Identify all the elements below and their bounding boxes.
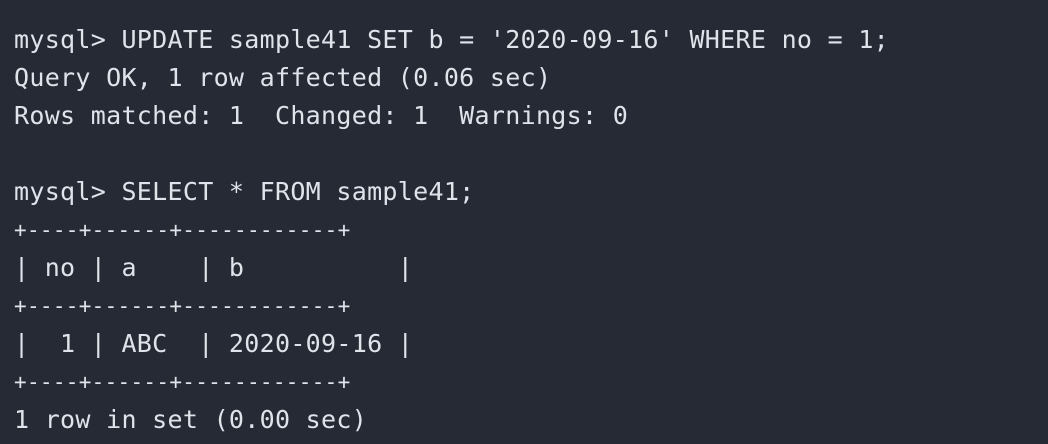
terminal-window[interactable]: mysql> UPDATE sample41 SET b = '2020-09-…: [0, 0, 1048, 444]
query-ok-output: Query OK, 1 row affected (0.06 sec): [14, 63, 552, 92]
select-command-line: mysql> SELECT * FROM sample41;: [14, 177, 475, 206]
table-border-top: +----+------+------------+: [14, 218, 351, 242]
table-header-row: | no | a | b |: [14, 253, 414, 282]
rows-matched-output: Rows matched: 1 Changed: 1 Warnings: 0: [14, 101, 629, 130]
row-count-output: 1 row in set (0.00 sec): [14, 405, 368, 434]
table-border-mid: +----+------+------------+: [14, 294, 351, 318]
update-command-line: mysql> UPDATE sample41 SET b = '2020-09-…: [14, 25, 890, 54]
table-row: | 1 | ABC | 2020-09-16 |: [14, 329, 414, 358]
table-border-bottom: +----+------+------------+: [14, 370, 351, 394]
